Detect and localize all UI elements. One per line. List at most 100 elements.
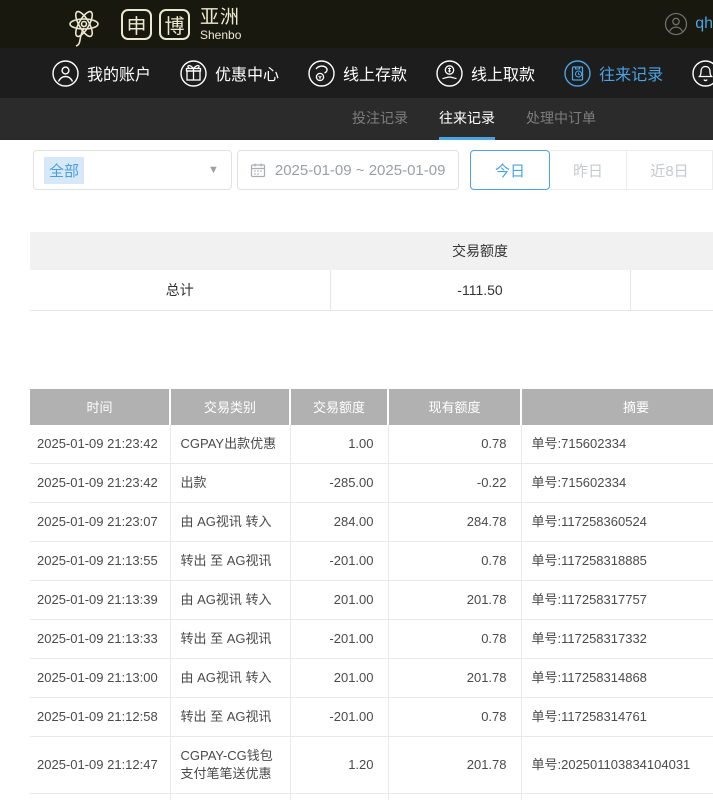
transaction-row: 2025-01-09 21:12:47 CGPAY-CG钱包支付笔笔送优惠 1.… [30,736,713,793]
transaction-row: 2025-01-09 21:23:42 出款 -285.00 -0.22 单号:… [30,463,713,502]
cell-summary: 单号:202501103834104031 [521,736,713,793]
transaction-row: 2025-01-09 21:12:58 转出 至 AG视讯 -201.00 0.… [30,697,713,736]
cell-summary: 单号:202501103834104031 [521,793,713,800]
cell-amount: 1.00 [290,425,388,464]
cell-amount: 201.00 [290,580,388,619]
brand-suffix: 亚洲 Shenbo [200,8,241,41]
transactions-header-row: 时间 交易类别 交易额度 现有额度 摘要 [30,389,713,425]
cell-balance: 0.78 [388,619,521,658]
brand-char-1: 申 [121,9,152,40]
cell-summary: 单号:117258360524 [521,502,713,541]
flower-logo-icon [54,1,114,47]
user-area[interactable]: qh [664,12,713,36]
cell-balance: 284.78 [388,502,521,541]
top-header: 申 博 亚洲 Shenbo qh [0,0,713,48]
summary-header-amount: 交易额度 [330,232,630,270]
cell-summary: 单号:715602334 [521,463,713,502]
col-header-amount: 交易额度 [290,389,388,425]
cell-summary: 单号:117258318885 [521,541,713,580]
cell-type: 出款 [170,463,290,502]
cell-amount: 1.20 [290,736,388,793]
cell-amount: -201.00 [290,619,388,658]
cell-amount: 284.00 [290,502,388,541]
summary-total-label: 总计 [30,270,330,310]
cell-type: 转出 至 AG视讯 [170,697,290,736]
nav-label: 线上取款 [471,61,535,85]
calendar-icon [250,162,266,178]
nav-label: 线上存款 [343,61,407,85]
withdraw-icon [436,60,463,87]
cell-time: 2025-01-09 21:23:07 [30,502,170,541]
cell-type: 由 AG视讯 转入 [170,658,290,697]
cell-type: 转出 至 AG视讯 [170,541,290,580]
cell-amount: -201.00 [290,541,388,580]
cell-summary: 单号:117258317757 [521,580,713,619]
nav-notifications[interactable] [692,60,713,87]
deposit-icon [308,60,335,87]
cell-type: CGPAY-CG钱包支付笔笔送优惠 [170,736,290,793]
col-header-type: 交易类别 [170,389,290,425]
last-8-days-button[interactable]: 近8日 [627,150,713,190]
date-range-value: 2025-01-09 ~ 2025-01-09 [275,162,446,179]
cell-type: CGPAY出款优惠 [170,425,290,464]
cell-type: 由 AG视讯 转入 [170,580,290,619]
cell-summary: 单号:117258314868 [521,658,713,697]
col-header-balance: 现有额度 [388,389,521,425]
bell-icon [692,60,713,87]
records-icon [564,60,591,87]
cell-type: CGPAY支付 [170,793,290,800]
filter-bar: 全部 ▼ 2025-01-09 ~ 2025-01-09 今日 昨日 近8日 [0,140,713,200]
cell-balance: 0.78 [388,541,521,580]
cell-time: 2025-01-09 21:12:47 [30,736,170,793]
summary-header-empty-2 [630,232,713,270]
cell-amount: 200.00 [290,793,388,800]
summary-empty-cell [630,270,713,310]
cell-amount: -285.00 [290,463,388,502]
nav-item-deposit[interactable]: 线上存款 [308,60,407,87]
user-avatar-icon [664,12,688,36]
nav-item-withdraw[interactable]: 线上取款 [436,60,535,87]
username-text[interactable]: qh [695,15,713,33]
summary-header-empty [30,232,330,270]
tab-pending-orders[interactable]: 处理中订单 [526,98,596,140]
nav-item-transaction-records[interactable]: 往来记录 [564,60,663,87]
cell-balance: 201.78 [388,580,521,619]
spacer [0,311,713,389]
cell-amount: 201.00 [290,658,388,697]
col-header-time: 时间 [30,389,170,425]
cell-type: 由 AG视讯 转入 [170,502,290,541]
cell-time: 2025-01-09 21:12:58 [30,697,170,736]
transaction-row: 2025-01-09 21:13:33 转出 至 AG视讯 -201.00 0.… [30,619,713,658]
today-button[interactable]: 今日 [470,150,550,190]
yesterday-button[interactable]: 昨日 [550,150,627,190]
transaction-row: 2025-01-09 21:23:42 CGPAY出款优惠 1.00 0.78 … [30,425,713,464]
cell-time: 2025-01-09 21:13:00 [30,658,170,697]
select-value: 全部 [44,157,84,184]
brand-suffix-en: Shenbo [200,29,241,41]
col-header-summary: 摘要 [521,389,713,425]
spacer [0,200,713,232]
cell-balance: 0.78 [388,697,521,736]
cell-amount: -201.00 [290,697,388,736]
transaction-row: 2025-01-09 21:13:00 由 AG视讯 转入 201.00 201… [30,658,713,697]
tab-betting-records[interactable]: 投注记录 [352,98,408,140]
cell-balance: 0.78 [388,425,521,464]
cell-time: 2025-01-09 21:13:55 [30,541,170,580]
transaction-row: 2025-01-09 21:13:39 由 AG视讯 转入 201.00 201… [30,580,713,619]
cell-time: 2025-01-09 21:12:47 [30,793,170,800]
cell-time: 2025-01-09 21:13:33 [30,619,170,658]
cell-time: 2025-01-09 21:23:42 [30,425,170,464]
cell-summary: 单号:715602334 [521,425,713,464]
main-nav: 我的账户 优惠中心 线上存款 线上取款 [0,48,713,98]
date-range-input[interactable]: 2025-01-09 ~ 2025-01-09 [237,150,459,190]
nav-item-promotions[interactable]: 优惠中心 [180,60,279,87]
transaction-row: 2025-01-09 21:12:47 CGPAY支付 200.00 200.5… [30,793,713,800]
cell-time: 2025-01-09 21:23:42 [30,463,170,502]
nav-label: 优惠中心 [215,61,279,85]
brand-logo[interactable]: 申 博 亚洲 Shenbo [54,1,241,47]
summary-table: 交易额度 总计 -111.50 [30,232,713,311]
transaction-type-select[interactable]: 全部 ▼ [33,150,232,190]
nav-item-my-account[interactable]: 我的账户 [52,60,151,87]
tab-transaction-records[interactable]: 往来记录 [439,98,495,140]
sub-nav: 投注记录 往来记录 处理中订单 [0,98,713,140]
